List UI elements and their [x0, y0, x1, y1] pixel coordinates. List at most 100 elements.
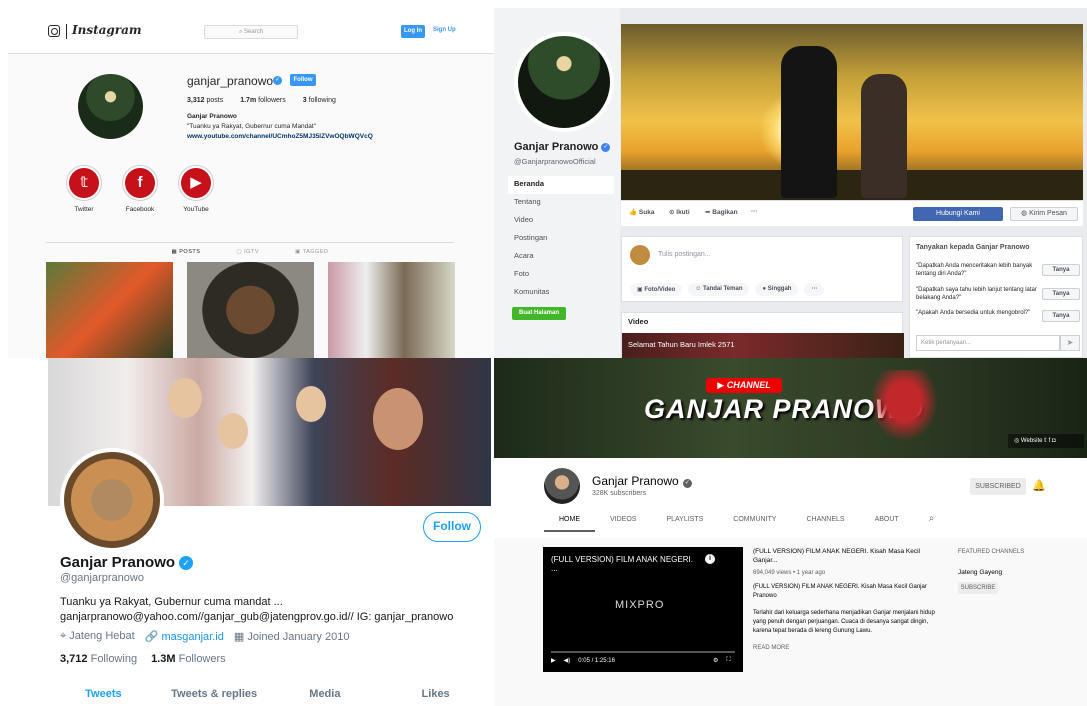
page-name: Ganjar Pranowo ✓ — [514, 141, 611, 153]
nav-item-video[interactable]: Video — [508, 212, 614, 230]
instagram-logo[interactable]: Instagram — [72, 23, 142, 37]
nav-item-postingan[interactable]: Postingan — [508, 230, 614, 248]
share-button[interactable]: ➦ Bagikan — [705, 208, 738, 216]
nav-item-tentang[interactable]: Tentang — [508, 194, 614, 212]
instagram-camera-icon[interactable] — [48, 25, 60, 37]
play-icon: ▶ — [717, 380, 725, 390]
more-button[interactable]: ··· — [751, 208, 758, 215]
tab-home[interactable]: HOME — [544, 516, 595, 532]
video-description: Terlahir dari keluarga sederhana menjadi… — [753, 610, 935, 634]
following-count[interactable]: 3,712 Following — [60, 653, 137, 665]
featured-channel[interactable]: Jateng Gayeng — [958, 569, 1024, 576]
search-icon[interactable]: ⌕ — [914, 513, 950, 532]
featured-subscribe-button[interactable]: SUBSCRIBE — [958, 582, 998, 594]
read-more-link[interactable]: READ MORE — [753, 644, 943, 653]
login-button[interactable]: Log In — [401, 25, 425, 38]
info-icon[interactable]: i — [705, 554, 715, 564]
fullscreen-icon[interactable]: ⛶ — [726, 657, 730, 664]
post-thumbnail[interactable] — [328, 262, 455, 358]
volume-icon[interactable]: ◀) — [564, 657, 571, 664]
profile-username: ganjar_pranowo — [187, 74, 274, 88]
verified-badge-icon: ✓ — [682, 479, 692, 488]
follow-button[interactable]: Follow — [423, 512, 481, 542]
composer-avatar — [630, 245, 650, 265]
cover-photo[interactable] — [621, 24, 1083, 200]
photo-video-button[interactable]: ▣ Foto/Video — [630, 283, 683, 296]
play-icon[interactable]: ▶ — [551, 657, 556, 664]
tab-tweets-replies[interactable]: Tweets & replies — [159, 688, 270, 700]
globe-icon: ◎ — [1014, 438, 1020, 444]
follow-button[interactable]: Follow — [290, 74, 316, 86]
facebook-icon: f — [123, 166, 157, 200]
nav-item-komunitas[interactable]: Komunitas — [508, 284, 614, 302]
tag-friends-button[interactable]: ☺ Tandai Teman — [688, 283, 750, 296]
tab-media[interactable]: Media — [270, 688, 381, 700]
check-in-button[interactable]: ● Singgah — [755, 283, 799, 296]
nav-item-acara[interactable]: Acara — [508, 248, 614, 266]
search-input[interactable]: ⌕ Search — [204, 25, 298, 39]
tab-igtv[interactable]: ▢ IGTV — [236, 249, 259, 255]
highlight-label: Facebook — [125, 206, 155, 213]
followers-count[interactable]: 1.3M Followers — [151, 653, 226, 665]
tab-channels[interactable]: CHANNELS — [791, 516, 859, 532]
tab-tweets[interactable]: Tweets — [48, 688, 159, 700]
composer-more-button[interactable]: ··· — [804, 283, 825, 296]
ask-heading: Tanyakan kepada Ganjar Pranowo — [916, 244, 1030, 251]
facebook-icon[interactable]: f — [1049, 438, 1051, 444]
video-player[interactable]: (FULL VERSION) FILM ANAK NEGERI. ... i M… — [543, 547, 743, 672]
tab-posts[interactable]: ▦ POSTS — [172, 249, 201, 255]
tab-videos[interactable]: VIDEOS — [595, 516, 651, 532]
bio-link[interactable]: www.youtube.com/channel/UCmhoZ5MJ35lZVwO… — [187, 132, 447, 142]
composer-input[interactable]: Tulis postingan... — [658, 251, 711, 258]
channel-name: Ganjar Pranowo ✓ — [592, 474, 692, 488]
highlight-facebook[interactable]: f Facebook — [112, 166, 168, 213]
profile-avatar[interactable] — [60, 448, 164, 552]
profile-bio: Tuanku ya Rakyat, Gubernur cuma mandat .… — [60, 595, 490, 625]
bell-icon[interactable]: 🔔 — [1032, 479, 1046, 492]
highlight-twitter[interactable]: 𝕥 Twitter — [56, 166, 112, 213]
post-thumbnail[interactable] — [46, 262, 173, 358]
twitter-icon[interactable]: 𝕥 — [1044, 438, 1047, 444]
tab-playlists[interactable]: PLAYLISTS — [651, 516, 718, 532]
instagram-icon[interactable]: ◘ — [1052, 438, 1056, 444]
channel-avatar[interactable] — [544, 468, 580, 504]
ask-input[interactable]: Ketik pertanyaan... — [916, 335, 1060, 351]
follow-button[interactable]: ⊙ Ikuti — [669, 208, 690, 216]
nav-item-beranda[interactable]: Beranda — [508, 176, 614, 194]
tab-tagged[interactable]: ▣ TAGGED — [295, 249, 328, 255]
ask-box: Tanyakan kepada Ganjar Pranowo "Dapatkah… — [909, 236, 1083, 358]
featured-heading: FEATURED CHANNELS — [958, 549, 1025, 555]
highlight-youtube[interactable]: ▶ YouTube — [168, 166, 224, 213]
contact-button[interactable]: Hubungi Kami — [913, 207, 1003, 221]
nav-item-foto[interactable]: Foto — [508, 266, 614, 284]
banner-links[interactable]: ◎ Website 𝕥 f ◘ — [1008, 434, 1084, 448]
player-title[interactable]: (FULL VERSION) FILM ANAK NEGERI. ... — [551, 555, 701, 573]
send-message-button[interactable]: ◍ Kirim Pesan — [1010, 207, 1078, 221]
ask-button[interactable]: Tanya — [1042, 310, 1080, 322]
website[interactable]: 🔗 masganjar.id — [145, 630, 224, 643]
followers-stat[interactable]: 1.7m followers — [240, 97, 286, 104]
following-stat[interactable]: 3 following — [303, 97, 336, 104]
like-button[interactable]: 👍 Suka — [629, 208, 654, 216]
tab-about[interactable]: ABOUT — [860, 516, 914, 532]
page-nav: Beranda Tentang Video Postingan Acara Fo… — [508, 176, 614, 302]
video-title[interactable]: (FULL VERSION) FILM ANAK NEGERI. Kisah M… — [753, 547, 943, 565]
man-face — [373, 388, 423, 450]
youtube-icon: ▶ — [179, 166, 213, 200]
subscribed-button[interactable]: SUBSCRIBED — [970, 478, 1026, 495]
progress-bar[interactable] — [551, 651, 735, 653]
settings-icon[interactable]: ⚙ — [713, 657, 718, 664]
create-page-button[interactable]: Buat Halaman — [512, 307, 566, 320]
post-thumbnail[interactable] — [187, 262, 314, 358]
profile-avatar[interactable] — [514, 32, 614, 132]
ask-button[interactable]: Tanya — [1042, 264, 1080, 276]
tab-community[interactable]: COMMUNITY — [718, 516, 791, 532]
tab-likes[interactable]: Likes — [380, 688, 491, 700]
profile-avatar[interactable] — [78, 74, 143, 139]
video-title[interactable]: Selamat Tahun Baru Imlek 2571 — [628, 340, 735, 349]
send-icon[interactable]: ➤ — [1060, 335, 1080, 351]
ask-button[interactable]: Tanya — [1042, 288, 1080, 300]
youtube-panel: ▶ CHANNEL GANJAR PRANOWO ◎ Website 𝕥 f ◘… — [494, 358, 1087, 706]
composer-buttons: ▣ Foto/Video ☺ Tandai Teman ● Singgah ··… — [630, 283, 825, 296]
signup-link[interactable]: Sign Up — [433, 27, 456, 33]
